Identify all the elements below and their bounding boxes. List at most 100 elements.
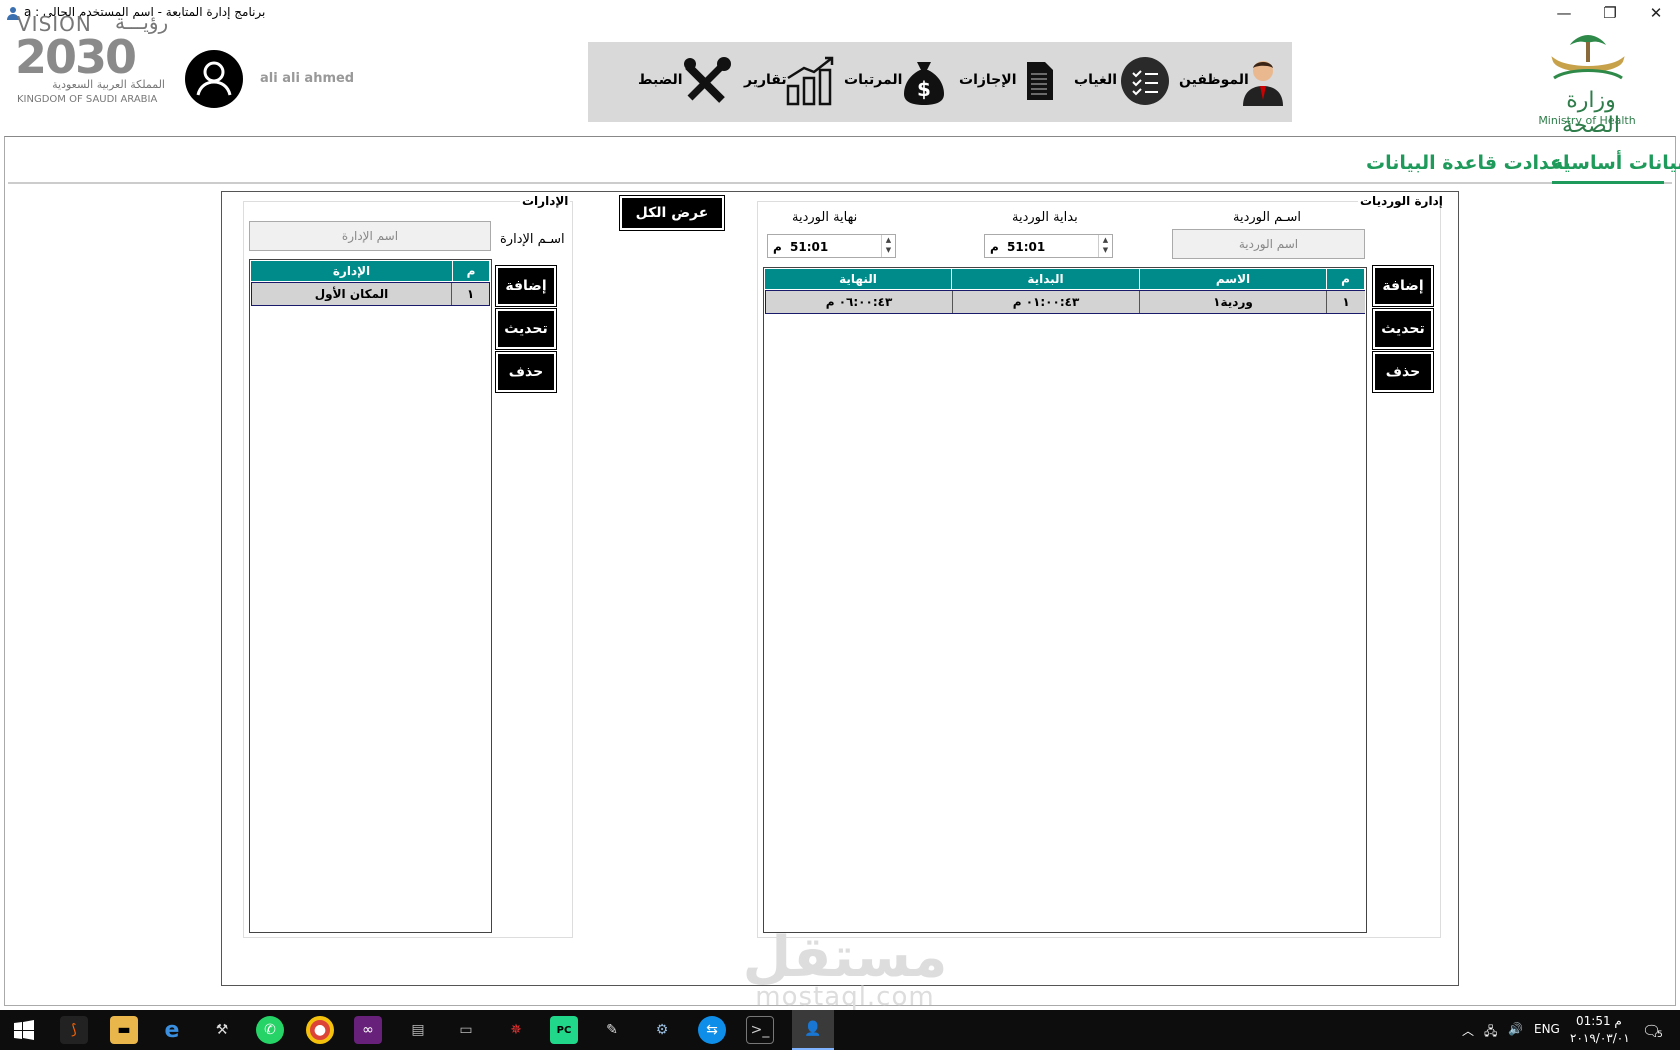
- shift-end-ampm: م: [773, 240, 782, 254]
- avatar[interactable]: [185, 50, 243, 108]
- svg-text:$: $: [917, 77, 931, 101]
- ministry-of-health-logo: وزارة الصحة Ministry of Health: [1528, 30, 1648, 138]
- vision-2030-logo: VISION رؤيـــة 2030 المملكة العربية السع…: [15, 6, 168, 106]
- user-avatar-icon: [196, 61, 232, 96]
- shift-update-button[interactable]: تحديث: [1372, 308, 1434, 350]
- volume-icon[interactable]: 🔊: [1508, 1022, 1523, 1036]
- shift-end-time-picker[interactable]: م 51:01 ▲ ▼: [767, 234, 896, 258]
- col-header-department[interactable]: الإدارة: [251, 261, 453, 281]
- shift-end-value: 51:01: [790, 240, 829, 254]
- col-header-start[interactable]: البداية: [952, 269, 1140, 289]
- document-icon: [1027, 62, 1053, 100]
- shift-name-label: اسـم الوردية: [1233, 210, 1302, 225]
- departments-group-label: الإدارات: [520, 194, 571, 208]
- title-bar: برنامج إدارة المتابعة - اسم المستخدم الح…: [0, 0, 1680, 26]
- whatsapp-icon[interactable]: ✆: [256, 1016, 284, 1044]
- show-all-button[interactable]: عرض الكل: [619, 195, 725, 231]
- shift-end-label: نهاية الوردية: [792, 210, 858, 225]
- edge-icon[interactable]: e: [158, 1016, 186, 1044]
- shift-name-input[interactable]: اسم الوردية: [1172, 229, 1365, 259]
- taskbar: [0, 1010, 1680, 1050]
- shift-start-label: بداية الوردية: [1012, 210, 1078, 225]
- departments-table: م الإدارة ١ المكان الأول: [249, 259, 492, 933]
- tools-app-icon[interactable]: ⚒: [208, 1016, 236, 1044]
- nav-employees-label: الموظفين: [1179, 72, 1249, 88]
- restore-button[interactable]: ❐: [1587, 0, 1633, 26]
- visual-studio-icon[interactable]: ∞: [354, 1016, 382, 1044]
- notification-count: 5: [1657, 1030, 1663, 1040]
- cell-num: ١: [452, 283, 489, 305]
- spin-arrows-icon[interactable]: ▲ ▼: [1098, 235, 1112, 257]
- network-app-icon[interactable]: ✵: [502, 1016, 530, 1044]
- current-app-icon[interactable]: 👤: [792, 1010, 834, 1050]
- active-tab-indicator: [1552, 181, 1664, 184]
- tab-basic-data[interactable]: بيانات أساسية: [1552, 152, 1680, 174]
- nav-salaries-label: المرتبات: [844, 72, 903, 88]
- clock-time[interactable]: 01:51 م: [1576, 1014, 1622, 1028]
- nav-absence-label: الغياب: [1074, 72, 1117, 88]
- department-name-input[interactable]: اسم الإدارة: [249, 221, 491, 251]
- vision-country-en: KINGDOM OF SAUDI ARABIA: [17, 94, 158, 105]
- nav-reports-label: تقارير: [744, 72, 787, 88]
- cell-start: ٠١:٠٠:٤٣ م: [953, 291, 1140, 313]
- close-button[interactable]: ✕: [1633, 0, 1679, 26]
- pycharm-icon[interactable]: PC: [550, 1016, 578, 1044]
- table-row[interactable]: ١ وردية١ ٠١:٠٠:٤٣ م ٠٦:٠٠:٤٣ م: [765, 290, 1365, 314]
- cell-name: وردية١: [1140, 291, 1327, 313]
- nav-salaries[interactable]: $ المرتبات: [840, 50, 950, 112]
- moh-ar-text: وزارة الصحة: [1562, 88, 1620, 138]
- chart-icon: [786, 56, 834, 106]
- terminal-window-icon[interactable]: ▭: [452, 1016, 480, 1044]
- col-header-num[interactable]: م: [1327, 269, 1365, 289]
- palm-logo-icon: [1551, 35, 1625, 80]
- watermark-en: mostaql.com: [755, 982, 935, 1012]
- shift-start-time-picker[interactable]: م 51:01 ▲ ▼: [984, 234, 1113, 258]
- department-delete-button[interactable]: حذف: [495, 351, 557, 393]
- money-bag-icon: $: [904, 62, 944, 105]
- tools-icon: [684, 57, 731, 103]
- department-update-button[interactable]: تحديث: [495, 308, 557, 350]
- clock-date[interactable]: ٢٠١٩/٠٣/٠١: [1570, 1031, 1630, 1045]
- settings-gear-icon[interactable]: ⚙: [648, 1016, 676, 1044]
- shifts-table: م الاسم البداية النهاية ١ وردية١ ٠١:٠٠:٤…: [763, 267, 1367, 933]
- watermark-ar: مستقل: [742, 925, 948, 990]
- cell-num: ١: [1327, 291, 1365, 313]
- username: ali ali ahmed: [260, 71, 355, 86]
- table-row[interactable]: ١ المكان الأول: [251, 282, 490, 306]
- teamviewer-icon[interactable]: ⇆: [698, 1016, 726, 1044]
- col-header-end[interactable]: النهاية: [765, 269, 952, 289]
- nav-absence[interactable]: الغياب: [1070, 50, 1170, 112]
- chrome-icon[interactable]: ●: [306, 1016, 334, 1044]
- nav-settings[interactable]: الضبط: [634, 50, 734, 112]
- tray-chevron-icon[interactable]: ︿: [1462, 1022, 1474, 1039]
- nav-settings-label: الضبط: [638, 72, 683, 88]
- col-header-name[interactable]: الاسم: [1140, 269, 1327, 289]
- col-header-num[interactable]: م: [453, 261, 490, 281]
- shift-add-button[interactable]: إضافة: [1372, 265, 1434, 307]
- table-header: م الإدارة: [251, 261, 490, 281]
- taskbar-app-icon[interactable]: ⟆: [60, 1016, 88, 1044]
- language-indicator[interactable]: ENG: [1534, 1022, 1560, 1036]
- moh-en-text: Ministry of Health: [1538, 114, 1636, 127]
- minimize-button[interactable]: —: [1541, 0, 1587, 26]
- nav-employees[interactable]: الموظفين: [1175, 50, 1285, 112]
- paint-icon[interactable]: ✎: [598, 1016, 626, 1044]
- windows-start-icon[interactable]: [14, 1020, 34, 1040]
- console-icon[interactable]: >_: [746, 1016, 774, 1044]
- network-icon[interactable]: 🖧: [1484, 1022, 1497, 1043]
- shifts-group-label: إدارة الورديات: [1358, 194, 1445, 208]
- shift-delete-button[interactable]: حذف: [1372, 351, 1434, 393]
- tab-database-settings[interactable]: اعدادت قاعدة البيانات: [1366, 152, 1569, 174]
- shift-start-ampm: م: [990, 240, 999, 254]
- spin-arrows-icon[interactable]: ▲ ▼: [881, 235, 895, 257]
- nav-leaves[interactable]: الإجازات: [955, 50, 1065, 112]
- file-explorer-icon[interactable]: ▬: [110, 1016, 138, 1044]
- department-name-label: اسـم الإدارة: [500, 232, 565, 247]
- vision-year: 2030: [15, 30, 137, 84]
- nav-reports[interactable]: تقارير: [740, 50, 840, 112]
- cell-end: ٠٦:٠٠:٤٣ م: [766, 291, 953, 313]
- tab-underline: [8, 182, 1672, 184]
- database-icon[interactable]: ▤: [404, 1016, 432, 1044]
- table-header: م الاسم البداية النهاية: [765, 269, 1365, 289]
- department-add-button[interactable]: إضافة: [495, 265, 557, 307]
